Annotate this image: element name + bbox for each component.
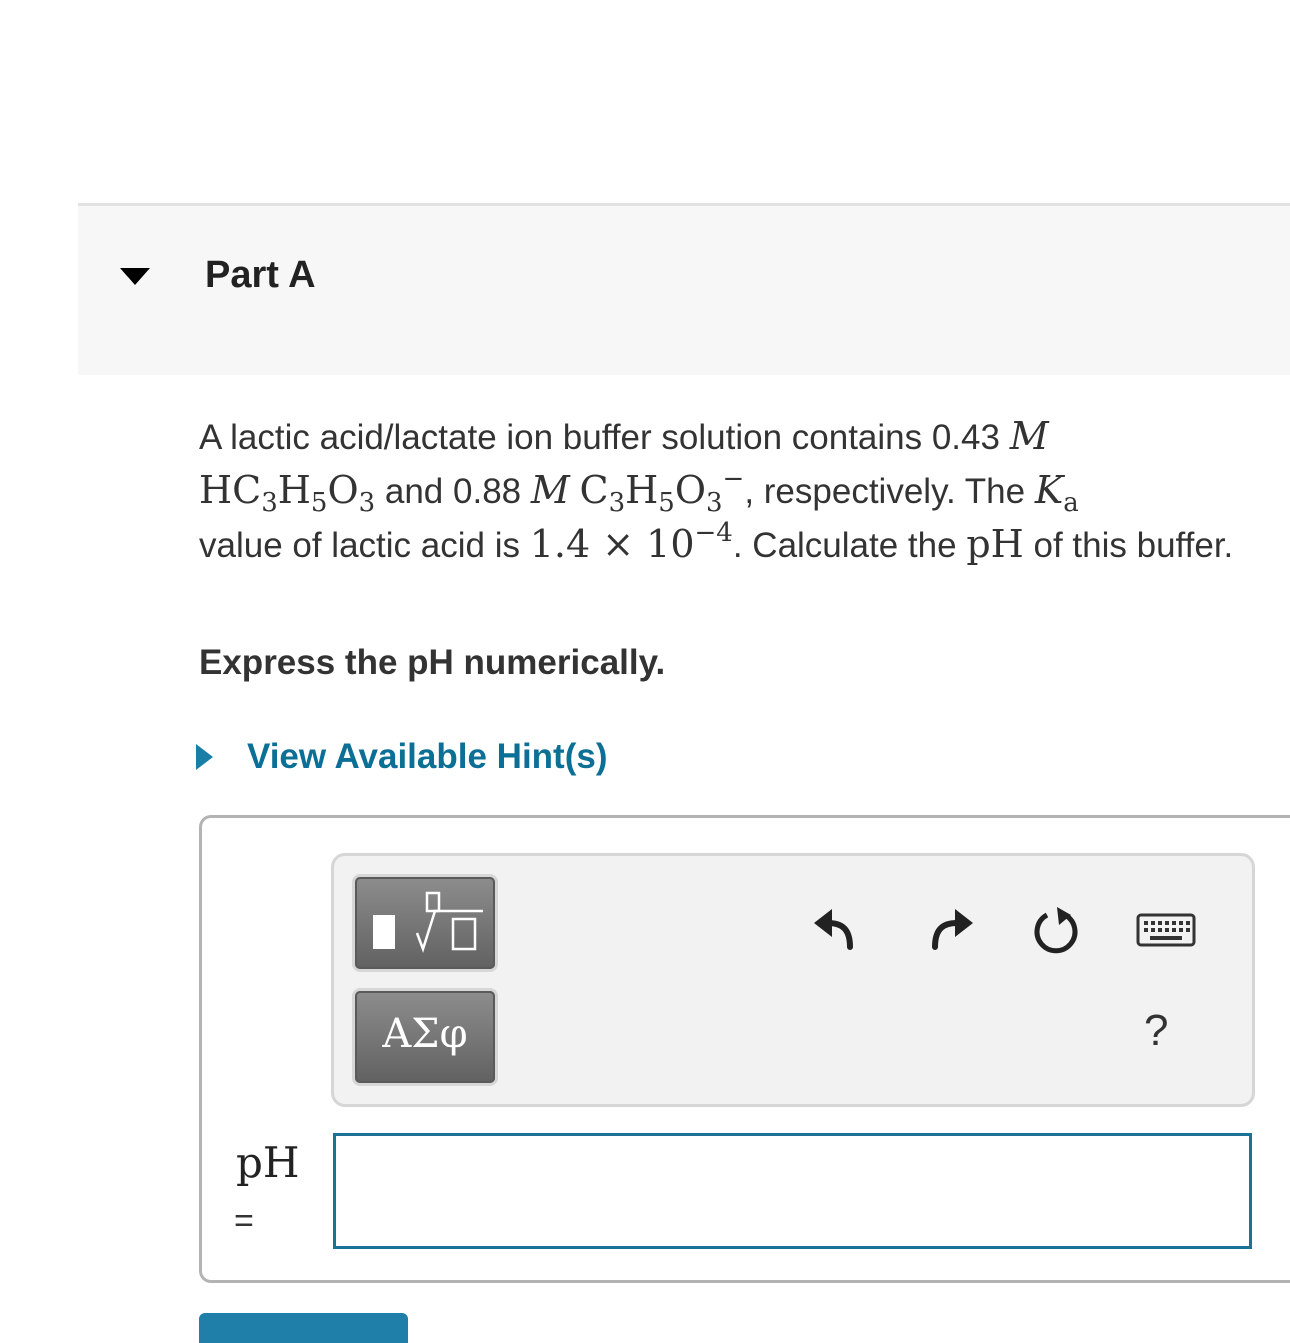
- problem-text: , respectively. The: [744, 472, 1035, 511]
- answer-variable: pH: [236, 1138, 300, 1187]
- molar-unit: M: [530, 468, 570, 512]
- part-title: Part A: [205, 254, 316, 296]
- submit-button[interactable]: [199, 1313, 408, 1343]
- lactate-formula: C3H5O3−: [579, 464, 745, 518]
- lactic-acid-formula: HC3H5O3: [199, 468, 376, 518]
- hint-label: View Available Hint(s): [247, 737, 608, 776]
- problem-statement: A lactic acid/lactate ion buffer solutio…: [199, 410, 1239, 572]
- expand-caret-icon: [196, 744, 213, 770]
- redo-button[interactable]: [921, 901, 981, 961]
- equals-sign: =: [234, 1202, 254, 1240]
- instruction: Express the pH numerically.: [199, 643, 666, 682]
- templates-button[interactable]: [352, 874, 498, 972]
- keyboard-icon: [1136, 913, 1196, 947]
- redo-icon: [932, 909, 973, 950]
- greek-symbols-icon: ΑΣφ: [382, 1011, 468, 1057]
- problem-text: of this buffer.: [1023, 526, 1234, 565]
- templates-icon: [373, 891, 483, 953]
- greek-symbols-button[interactable]: ΑΣφ: [352, 988, 498, 1086]
- problem-text: . Calculate the: [732, 526, 967, 565]
- reset-icon: [1034, 907, 1078, 954]
- problem-text: and 0.88: [375, 472, 531, 511]
- help-icon[interactable]: ?: [1144, 1006, 1168, 1056]
- answer-panel: ΑΣφ ? pH =: [199, 815, 1290, 1283]
- molar-unit: M: [1009, 414, 1049, 458]
- reset-button[interactable]: [1027, 901, 1087, 961]
- view-hints-link[interactable]: View Available Hint(s): [196, 735, 607, 779]
- part-a-header[interactable]: Part A: [78, 203, 1290, 375]
- ph-term: pH: [966, 522, 1024, 566]
- problem-text: value of lactic acid is: [199, 526, 530, 565]
- undo-icon: [814, 909, 853, 950]
- collapse-caret-icon[interactable]: [120, 268, 150, 285]
- problem-text: A lactic acid/lactate ion buffer solutio…: [199, 418, 1010, 457]
- ka-symbol: Ka: [1034, 468, 1079, 518]
- math-toolbar: ΑΣφ ?: [331, 853, 1255, 1107]
- ph-answer-input[interactable]: [333, 1133, 1252, 1249]
- undo-button[interactable]: [806, 901, 866, 961]
- keyboard-button[interactable]: [1134, 901, 1198, 961]
- ka-value: 1.4 × 10−4: [529, 518, 733, 566]
